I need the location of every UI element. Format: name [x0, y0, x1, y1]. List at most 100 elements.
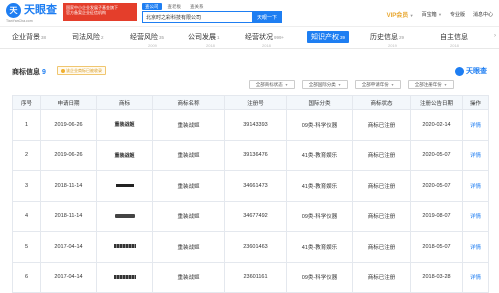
chevron-right-icon[interactable]: › [494, 33, 496, 39]
col-pub-date[interactable]: 注册公告日期 [410, 95, 463, 110]
tab-label: 历史信息 [370, 34, 398, 41]
recorded-badge[interactable]: 该企业商标已被收录 [57, 66, 106, 75]
col-apply-date[interactable]: 申请日期 [40, 95, 97, 110]
tab-label: 司法风险 [72, 34, 100, 41]
brand-watermark: 天眼查 [455, 66, 487, 76]
medal-icon [61, 68, 65, 73]
detail-link[interactable]: 详情 [462, 261, 489, 293]
app-menu-label: 百宝箱 [421, 12, 437, 18]
row-status: 商标已注册 [352, 170, 411, 202]
row-trademark-image[interactable]: 重装战姬 [96, 139, 153, 171]
detail-link[interactable]: 详情 [462, 231, 489, 263]
row-trademark-name: 重装战姬 [152, 170, 225, 202]
table-row: 6 2017-04-14 重装战姬 23601161 09类-科学仪器 商标已注… [12, 261, 489, 293]
filter-intl-class[interactable]: 全部国际分类 ▼ [302, 80, 348, 89]
nav-year-label: 2019 [388, 43, 397, 48]
row-trademark-image[interactable] [96, 170, 153, 202]
search-tab-company[interactable]: 查公司 [142, 3, 162, 10]
col-trademark: 商标 [96, 95, 153, 110]
row-pub-date: 2018-05-07 [410, 231, 463, 263]
row-status: 商标已注册 [352, 231, 411, 263]
detail-link[interactable]: 详情 [462, 170, 489, 202]
promo-line-2: 官方备案企业征信机构 [66, 10, 106, 15]
top-header: 天 天眼查 TianYanCha.com 国家中小企业发展子基金旗下 官方备案企… [0, 0, 499, 27]
row-index: 1 [12, 109, 41, 141]
pro-link[interactable]: 专业版 [450, 11, 465, 18]
row-apply-date: 2018-11-14 [40, 200, 97, 232]
tab-company-background[interactable]: 企业背景38 [12, 32, 46, 42]
row-status: 商标已注册 [352, 139, 411, 171]
site-logo[interactable]: 天 天眼查 [6, 3, 57, 18]
tab-count: 1 [217, 35, 220, 40]
search-tab-boss[interactable]: 查老板 [165, 3, 185, 10]
row-trademark-image[interactable]: 重装战姬 [96, 109, 153, 141]
filter-label: 全部申请年份 [361, 81, 389, 87]
detail-link[interactable]: 详情 [462, 139, 489, 171]
nav-year-label: 2018 [262, 43, 271, 48]
tab-self-info[interactable]: 自主信息 [440, 32, 469, 42]
detail-link[interactable]: 详情 [462, 200, 489, 232]
search-button[interactable]: 天眼一下 [252, 11, 282, 23]
row-trademark-name: 重装战姬 [152, 109, 225, 141]
row-pub-date: 2019-08-07 [410, 200, 463, 232]
filter-label: 全部商标状态 [255, 81, 283, 87]
row-apply-date: 2018-11-14 [40, 170, 97, 202]
trademark-thumbnail: 重装战姬 [114, 152, 135, 159]
table-row: 3 2018-11-14 重装战姬 34661473 41类-教育娱乐 商标已注… [12, 170, 489, 202]
section-nav: 企业背景38 司法风险2 经营风险35 公司发展1 经营状况999+ 知识产权3… [0, 27, 499, 49]
detail-link[interactable]: 详情 [462, 109, 489, 141]
tab-count: 38 [41, 35, 47, 40]
row-pub-date: 2018-03-28 [410, 261, 463, 293]
caret-down-icon: ▼ [443, 82, 448, 87]
col-status: 商标状态 [352, 95, 411, 110]
row-index: 5 [12, 231, 41, 263]
vip-label: VIP会员 [386, 13, 409, 19]
tab-company-development[interactable]: 公司发展1 [188, 32, 220, 42]
nav-year-label: 2018 [450, 43, 459, 48]
row-trademark-image[interactable] [96, 200, 153, 232]
logo-text: 天眼查 [24, 4, 57, 16]
filter-trademark-status[interactable]: 全部商标状态 ▼ [249, 80, 295, 89]
tab-label: 经营风险 [130, 34, 158, 41]
col-action: 操作 [462, 95, 489, 110]
promo-banner[interactable]: 国家中小企业发展子基金旗下 官方备案企业征信机构 [63, 3, 137, 21]
app-menu[interactable]: 百宝箱 ▼ [422, 11, 442, 18]
table-header-row: 序号 申请日期 商标 商标名称 注册号 国际分类 商标状态 注册公告日期 操作 [12, 95, 489, 110]
filter-register-year[interactable]: 全部注册年份 ▼ [408, 80, 454, 89]
table-row: 1 2019-06-26 重装战姬 重装战姬 39143393 09类-科学仪器… [12, 109, 489, 141]
row-apply-date: 2017-04-14 [40, 261, 97, 293]
tab-history[interactable]: 历史信息29 [370, 32, 404, 42]
row-index: 3 [12, 170, 41, 202]
tab-judicial-risk[interactable]: 司法风险2 [72, 32, 104, 42]
chevron-down-icon: ▼ [409, 13, 414, 18]
tab-operating-status[interactable]: 经营状况999+ [245, 32, 284, 42]
filter-apply-year[interactable]: 全部申请年份 ▼ [355, 80, 401, 89]
tab-label: 经营状况 [245, 34, 273, 41]
logo-subtitle: TianYanCha.com [6, 19, 33, 23]
vip-link[interactable]: VIP会员 ▼ [387, 10, 414, 19]
row-pub-date: 2020-05-07 [410, 170, 463, 202]
row-trademark-image[interactable] [96, 231, 153, 263]
tab-label: 公司发展 [188, 34, 216, 41]
trademark-table: 序号 申请日期 商标 商标名称 注册号 国际分类 商标状态 注册公告日期 操作 … [12, 95, 489, 293]
section-title: 商标信息 9 [12, 67, 46, 77]
logo-mark: 天 [6, 3, 21, 18]
row-trademark-name: 重装战姬 [152, 261, 225, 293]
search-input[interactable] [146, 14, 246, 20]
row-reg-number: 23601463 [224, 231, 287, 263]
tab-count: 35 [159, 35, 165, 40]
section-title-label: 商标信息 [12, 69, 40, 76]
row-trademark-image[interactable] [96, 261, 153, 293]
tab-operating-risk[interactable]: 经营风险35 [130, 32, 164, 42]
row-intl-class: 09类-科学仪器 [286, 109, 353, 141]
filter-label: 全部国际分类 [308, 81, 336, 87]
message-center-link[interactable]: 消息中心 [473, 11, 493, 18]
tab-intellectual-property[interactable]: 知识产权39 [307, 31, 350, 43]
col-index: 序号 [12, 95, 41, 110]
caret-down-icon: ▼ [337, 82, 342, 87]
search-tabs: 查公司 查老板 查关系 [142, 3, 207, 10]
nav-year-label: 2018 [206, 43, 215, 48]
table-row: 2 2019-06-26 重装战姬 重装战姬 39136476 41类-教育娱乐… [12, 139, 489, 171]
search-tab-relation[interactable]: 查关系 [187, 3, 207, 10]
trademark-thumbnail [113, 244, 136, 249]
